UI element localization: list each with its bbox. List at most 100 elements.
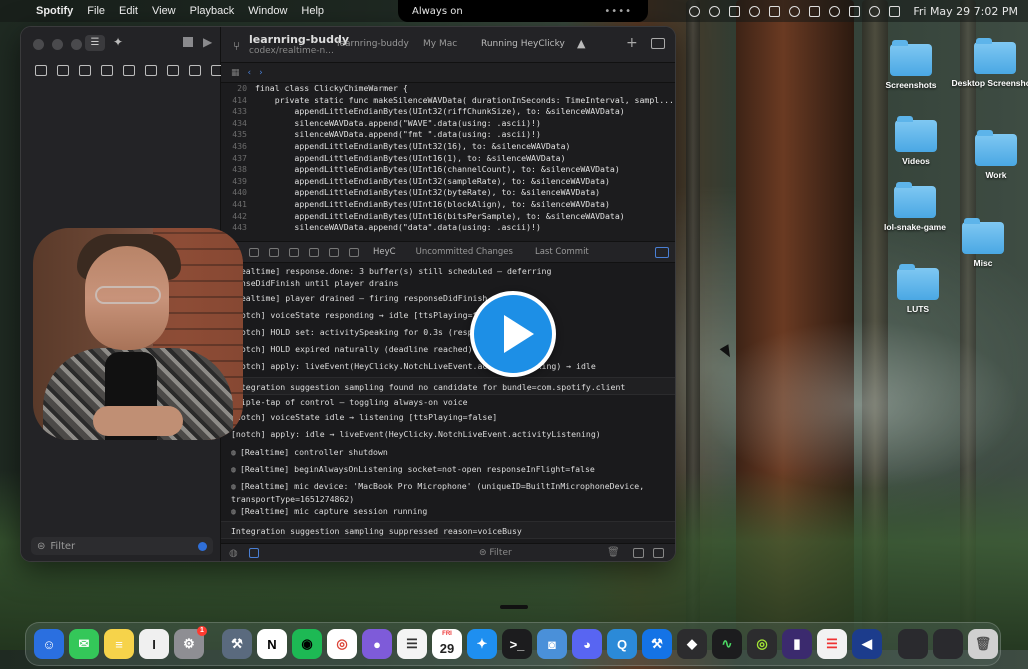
status-icon-notion[interactable]	[769, 5, 781, 17]
code-line[interactable]: 442 appendLittleEndianBytes(UInt16(bitsP…	[221, 211, 675, 223]
console-line[interactable]: [notch] voiceState responding → idle [tt…	[221, 309, 675, 322]
code-line[interactable]: 438 appendLittleEndianBytes(UInt16(chann…	[221, 164, 675, 176]
grid-icon[interactable]: ▦	[231, 68, 240, 78]
menu-view[interactable]: View	[152, 5, 176, 17]
code-line[interactable]: 433 appendLittleEndianBytes(UInt32(riffC…	[221, 106, 675, 118]
code-text[interactable]: silenceWAVData.append("data".data(using:…	[255, 222, 540, 232]
console-line[interactable]: [Realtime] player drained — firing respo…	[221, 292, 675, 305]
reminders-icon[interactable]: ☰	[397, 629, 427, 659]
line-number[interactable]: 438	[221, 164, 247, 176]
code-line[interactable]: 443 silenceWAVData.append("data".data(us…	[221, 222, 675, 234]
line-number[interactable]: 20	[221, 83, 247, 95]
spotify-icon[interactable]: ◉	[292, 629, 322, 659]
desktop-folder-desktop-screenshots[interactable]: Desktop Screenshots	[950, 38, 1028, 88]
inspector-toggle-icon[interactable]	[651, 38, 665, 49]
line-number[interactable]: 434	[221, 118, 247, 130]
project-title[interactable]: learnring-buddy	[249, 33, 349, 46]
safari-icon[interactable]: ✦	[467, 629, 497, 659]
add-icon[interactable]: +	[626, 35, 638, 51]
run-button[interactable]: ▶	[203, 35, 212, 49]
app-icon-spiral[interactable]: ◎	[747, 629, 777, 659]
line-number[interactable]: 437	[221, 153, 247, 165]
menu-help[interactable]: Help	[301, 5, 324, 17]
split-right-icon[interactable]	[653, 548, 664, 558]
code-line[interactable]: 437 appendLittleEndianBytes(UInt16(1), t…	[221, 153, 675, 165]
console-line[interactable]: ◍ [Realtime] mic device: 'MacBook Pro Mic…	[221, 480, 675, 506]
code-line[interactable]: 441 appendLittleEndianBytes(UInt16(block…	[221, 199, 675, 211]
code-line[interactable]: 435 silenceWAVData.append("fmt ".data(us…	[221, 129, 675, 141]
line-number[interactable]: 436	[221, 141, 247, 153]
line-number[interactable]: 442	[221, 211, 247, 223]
status-icon-box[interactable]	[729, 5, 741, 17]
step-over-icon[interactable]	[269, 247, 279, 257]
terminal-icon[interactable]: >_	[502, 629, 532, 659]
xcode-hammer-icon[interactable]: ⚒	[642, 629, 672, 659]
code-text[interactable]: appendLittleEndianBytes(UInt16(1), to: &…	[255, 153, 565, 163]
status-icon-spotify[interactable]	[689, 5, 701, 17]
code-text[interactable]: appendLittleEndianBytes(UInt32(byteRate)…	[255, 187, 600, 197]
bookmark-icon[interactable]	[79, 65, 91, 76]
messages-icon[interactable]: ✉	[69, 629, 99, 659]
memory-graph-icon[interactable]	[329, 247, 339, 257]
console-line[interactable]: [notch] HOLD expired naturally (deadline…	[221, 343, 675, 356]
xcode-dock-icon[interactable]: ⚒	[222, 629, 252, 659]
trash-icon[interactable]: 🗑	[607, 547, 620, 558]
user-icon[interactable]	[849, 5, 861, 17]
code-text[interactable]: appendLittleEndianBytes(UInt16(blockAlig…	[255, 199, 610, 209]
issue-icon[interactable]	[123, 65, 135, 76]
console-line[interactable]: ◍ [Realtime] mic capture session running	[221, 505, 675, 518]
console-line[interactable]: [notch] HOLD set: activitySpeaking for 0…	[221, 326, 675, 339]
system-settings-icon[interactable]: ⚙ 1	[174, 626, 207, 659]
stop-button[interactable]	[183, 37, 193, 47]
wifi-icon[interactable]	[829, 5, 841, 17]
debug-console[interactable]: [Realtime] response.done: 3 buffer(s) st…	[221, 263, 675, 543]
status-icon-play[interactable]	[789, 5, 801, 17]
app-icon-arrow[interactable]: ◀	[852, 629, 882, 659]
navigator-filter-input[interactable]: ⊜ Filter	[31, 537, 213, 555]
code-line[interactable]: 434 silenceWAVData.append("WAVE".data(us…	[221, 118, 675, 130]
minimize-button[interactable]	[52, 39, 63, 50]
code-text[interactable]: appendLittleEndianBytes(UInt32(sampleRat…	[255, 176, 610, 186]
location-icon[interactable]	[349, 247, 359, 257]
console-line[interactable]: [notch] voiceState idle → listening [tts…	[221, 411, 675, 424]
step-out-icon[interactable]	[309, 247, 319, 257]
step-in-icon[interactable]	[289, 247, 299, 257]
console-line[interactable]: ◍ [Realtime] controller shutdown	[221, 446, 675, 459]
video-play-button[interactable]	[470, 291, 556, 377]
find-icon[interactable]	[101, 65, 113, 76]
console-toggle-icon[interactable]	[655, 246, 669, 258]
audio-app-icon[interactable]: ▮	[782, 629, 812, 659]
zoom-button[interactable]	[71, 39, 82, 50]
text-edit-icon[interactable]: I	[139, 629, 169, 659]
status-icon-circle[interactable]	[749, 5, 761, 17]
desktop-folder-videos[interactable]: Videos	[871, 116, 961, 166]
webcam-overlay[interactable]	[33, 228, 243, 440]
warning-icon[interactable]: ▲	[577, 37, 585, 50]
search-icon[interactable]	[869, 5, 881, 17]
menu-window[interactable]: Window	[248, 5, 287, 17]
console-line[interactable]: [notch] apply: liveEvent(HeyClicky.Notch…	[221, 360, 675, 373]
desktop-folder-luts[interactable]: LUTS	[873, 264, 963, 314]
console-filter-input[interactable]: ⊜ Filter	[479, 548, 512, 558]
notch-island[interactable]: Always on ••••	[398, 0, 648, 22]
close-button[interactable]	[33, 39, 44, 50]
variables-toggle-icon[interactable]	[249, 548, 259, 558]
chrome-icon[interactable]: ◎	[327, 629, 357, 659]
app-icon-bot[interactable]: ◙	[537, 629, 567, 659]
app-icon-cube[interactable]: ◆	[677, 629, 707, 659]
source-control-icon[interactable]	[57, 65, 69, 76]
sidebar-toggle-icon[interactable]: ☰	[85, 35, 105, 51]
console-line[interactable]: [notch] apply: idle → liveEvent(HeyClick…	[221, 428, 675, 441]
dock-resize-handle[interactable]	[500, 605, 528, 609]
app-icon-q[interactable]: Q	[607, 629, 637, 659]
line-number[interactable]: 439	[221, 176, 247, 188]
project-branch[interactable]: codex/realtime-n...	[249, 46, 334, 56]
line-number[interactable]: 435	[221, 129, 247, 141]
code-text[interactable]: private static func makeSilenceWAVData( …	[255, 95, 674, 105]
debug-icon[interactable]	[167, 65, 179, 76]
back-icon[interactable]: ‹	[248, 68, 252, 78]
calendar-icon[interactable]: FRI 29	[432, 629, 462, 659]
menu-clock[interactable]: Fri May 29 7:02 PM	[913, 5, 1018, 18]
code-line[interactable]: 414 private static func makeSilenceWAVDa…	[221, 95, 675, 107]
code-text[interactable]: appendLittleEndianBytes(UInt16(bitsPerSa…	[255, 211, 624, 221]
